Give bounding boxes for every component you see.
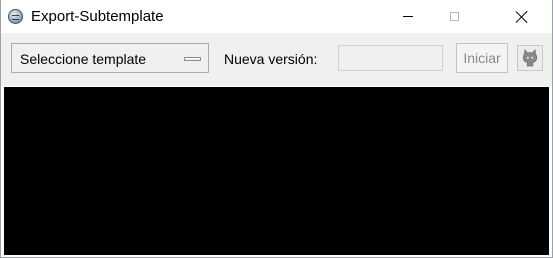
maximize-button[interactable] (431, 0, 477, 33)
start-button[interactable]: Iniciar (456, 43, 508, 73)
close-button[interactable] (499, 0, 545, 33)
close-icon (515, 10, 529, 24)
minimize-icon (403, 16, 413, 17)
toolbar: Seleccione template Nueva versión: Inici… (1, 33, 552, 86)
version-input[interactable] (338, 45, 443, 71)
app-window: Export-Subtemplate Seleccione template N… (0, 0, 553, 258)
github-octocat-icon (522, 49, 538, 67)
github-button[interactable] (517, 45, 543, 71)
dropdown-indicator-icon (184, 57, 201, 61)
minimize-button[interactable] (385, 0, 431, 33)
title-bar[interactable]: Export-Subtemplate (1, 0, 552, 33)
console-output[interactable] (4, 87, 549, 255)
app-icon[interactable] (8, 9, 23, 24)
maximize-icon (449, 12, 459, 21)
template-select-value: Seleccione template (20, 51, 147, 67)
template-select[interactable]: Seleccione template (11, 43, 209, 73)
window-title: Export-Subtemplate (31, 8, 164, 25)
version-label: Nueva versión: (224, 51, 318, 67)
